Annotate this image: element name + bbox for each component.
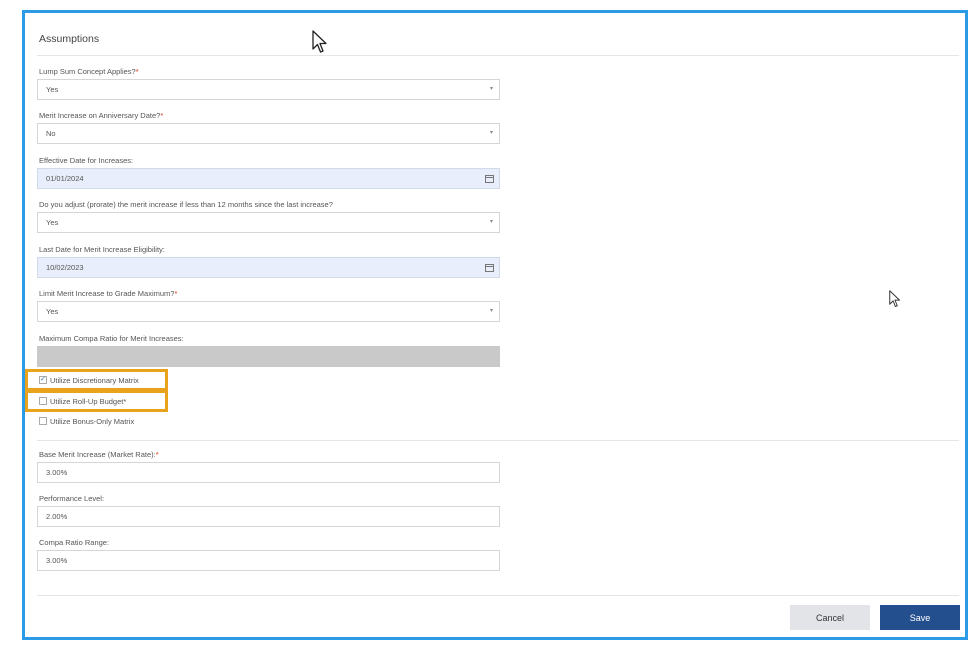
merit-anniversary-select[interactable]: No ▾ bbox=[37, 123, 500, 144]
prorate-select[interactable]: Yes ▾ bbox=[37, 212, 500, 233]
prorate-value: Yes bbox=[46, 218, 59, 227]
compa-ratio-range-label: Compa Ratio Range: bbox=[39, 538, 110, 547]
bonus-only-matrix-checkbox[interactable] bbox=[39, 417, 47, 426]
lump-sum-value: Yes bbox=[46, 85, 59, 94]
effective-date-value: 01/01/2024 bbox=[46, 174, 84, 183]
footer-divider bbox=[37, 595, 959, 596]
max-compa-ratio-input bbox=[37, 346, 500, 367]
limit-grade-max-select[interactable]: Yes ▾ bbox=[37, 301, 500, 322]
calendar-icon[interactable] bbox=[485, 264, 494, 272]
lump-sum-label: Lump Sum Concept Applies?* bbox=[39, 67, 139, 76]
chevron-down-icon: ▾ bbox=[489, 130, 493, 136]
calendar-icon[interactable] bbox=[485, 175, 494, 183]
last-eligibility-value: 10/02/2023 bbox=[46, 263, 84, 272]
save-button[interactable]: Save bbox=[880, 605, 960, 630]
effective-date-label: Effective Date for Increases: bbox=[39, 156, 134, 165]
merit-anniversary-value: No bbox=[46, 129, 56, 138]
performance-level-input[interactable]: 2.00% bbox=[37, 506, 500, 527]
last-eligibility-input[interactable]: 10/02/2023 bbox=[37, 257, 500, 278]
chevron-down-icon: ▾ bbox=[489, 308, 493, 314]
effective-date-input[interactable]: 01/01/2024 bbox=[37, 168, 500, 189]
limit-grade-max-value: Yes bbox=[46, 307, 59, 316]
limit-grade-max-label: Limit Merit Increase to Grade Maximum?* bbox=[39, 289, 178, 298]
lump-sum-select[interactable]: Yes ▾ bbox=[37, 79, 500, 100]
performance-level-label: Performance Level: bbox=[39, 494, 105, 503]
highlight-box-discretionary bbox=[25, 369, 168, 391]
assumptions-panel: Assumptions Lump Sum Concept Applies?* Y… bbox=[22, 10, 968, 640]
base-merit-input[interactable]: 3.00% bbox=[37, 462, 500, 483]
chevron-down-icon: ▾ bbox=[489, 86, 493, 92]
last-eligibility-label: Last Date for Merit Increase Eligibility… bbox=[39, 245, 165, 254]
bonus-only-matrix-checkbox-row[interactable]: Utilize Bonus-Only Matrix bbox=[39, 417, 134, 429]
merit-anniversary-label: Merit Increase on Anniversary Date?* bbox=[39, 111, 164, 120]
highlight-box-rollup bbox=[25, 390, 168, 412]
base-merit-label: Base Merit Increase (Market Rate):* bbox=[39, 450, 159, 459]
mouse-pointer-icon bbox=[889, 290, 900, 307]
max-compa-ratio-label: Maximum Compa Ratio for Merit Increases: bbox=[39, 334, 184, 343]
compa-ratio-range-input[interactable]: 3.00% bbox=[37, 550, 500, 571]
cancel-button[interactable]: Cancel bbox=[790, 605, 870, 630]
chevron-down-icon: ▾ bbox=[489, 219, 493, 225]
prorate-label: Do you adjust (prorate) the merit increa… bbox=[39, 200, 333, 209]
section-divider bbox=[37, 440, 959, 441]
mouse-pointer-icon bbox=[312, 30, 327, 53]
title-divider bbox=[37, 55, 959, 56]
bonus-only-matrix-label: Utilize Bonus-Only Matrix bbox=[50, 417, 135, 426]
section-title: Assumptions bbox=[39, 33, 100, 45]
